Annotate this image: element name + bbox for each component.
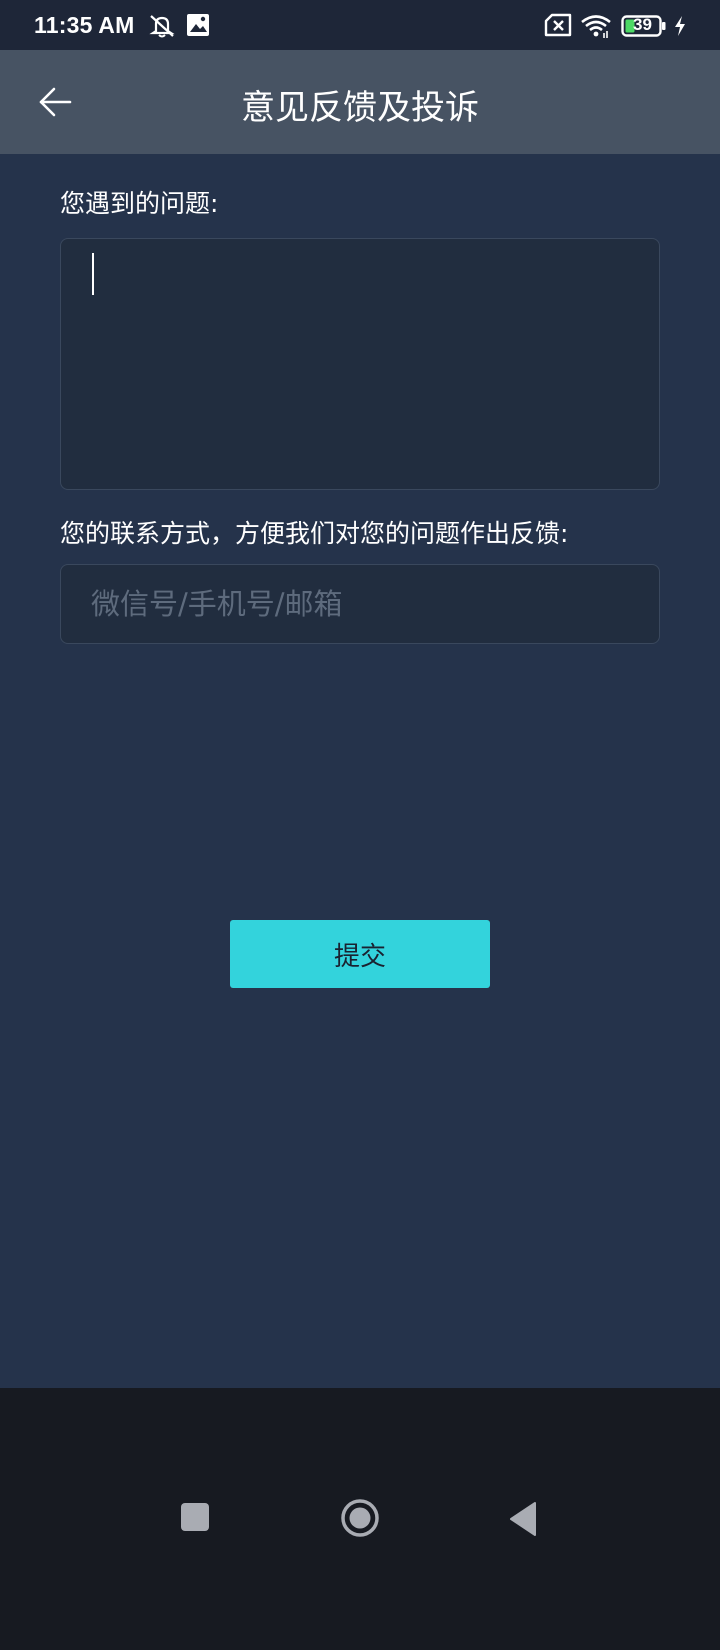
back-triangle-icon — [510, 1502, 536, 1536]
feedback-form: 您遇到的问题: 您的联系方式，方便我们对您的问题作出反馈: 提交 — [0, 154, 720, 1388]
recents-square-icon — [181, 1503, 209, 1531]
text-cursor — [92, 253, 94, 295]
navigation-bar — [0, 1388, 720, 1650]
image-icon — [186, 13, 210, 41]
home-circle-icon — [341, 1499, 379, 1537]
problem-textarea[interactable] — [60, 238, 660, 490]
submit-button[interactable]: 提交 — [230, 920, 490, 988]
problem-label: 您遇到的问题: — [60, 189, 219, 218]
app-bar: 意见反馈及投诉 — [0, 50, 720, 154]
wifi-icon — [580, 13, 612, 43]
battery-level: 39 — [633, 15, 652, 34]
charging-icon — [673, 15, 687, 41]
contact-input[interactable] — [60, 564, 660, 644]
page-title: 意见反馈及投诉 — [241, 88, 479, 128]
status-bar: 11:35 AM 39 — [0, 0, 720, 50]
sim-disabled-icon — [544, 13, 572, 41]
status-time: 11:35 AM — [34, 12, 135, 38]
battery-icon: 39 — [621, 15, 667, 41]
back-nav-button[interactable] — [508, 1501, 538, 1541]
home-button[interactable] — [340, 1498, 380, 1542]
mute-icon — [148, 13, 176, 43]
contact-label: 您的联系方式，方便我们对您的问题作出反馈: — [60, 519, 569, 548]
recents-button[interactable] — [180, 1502, 210, 1536]
